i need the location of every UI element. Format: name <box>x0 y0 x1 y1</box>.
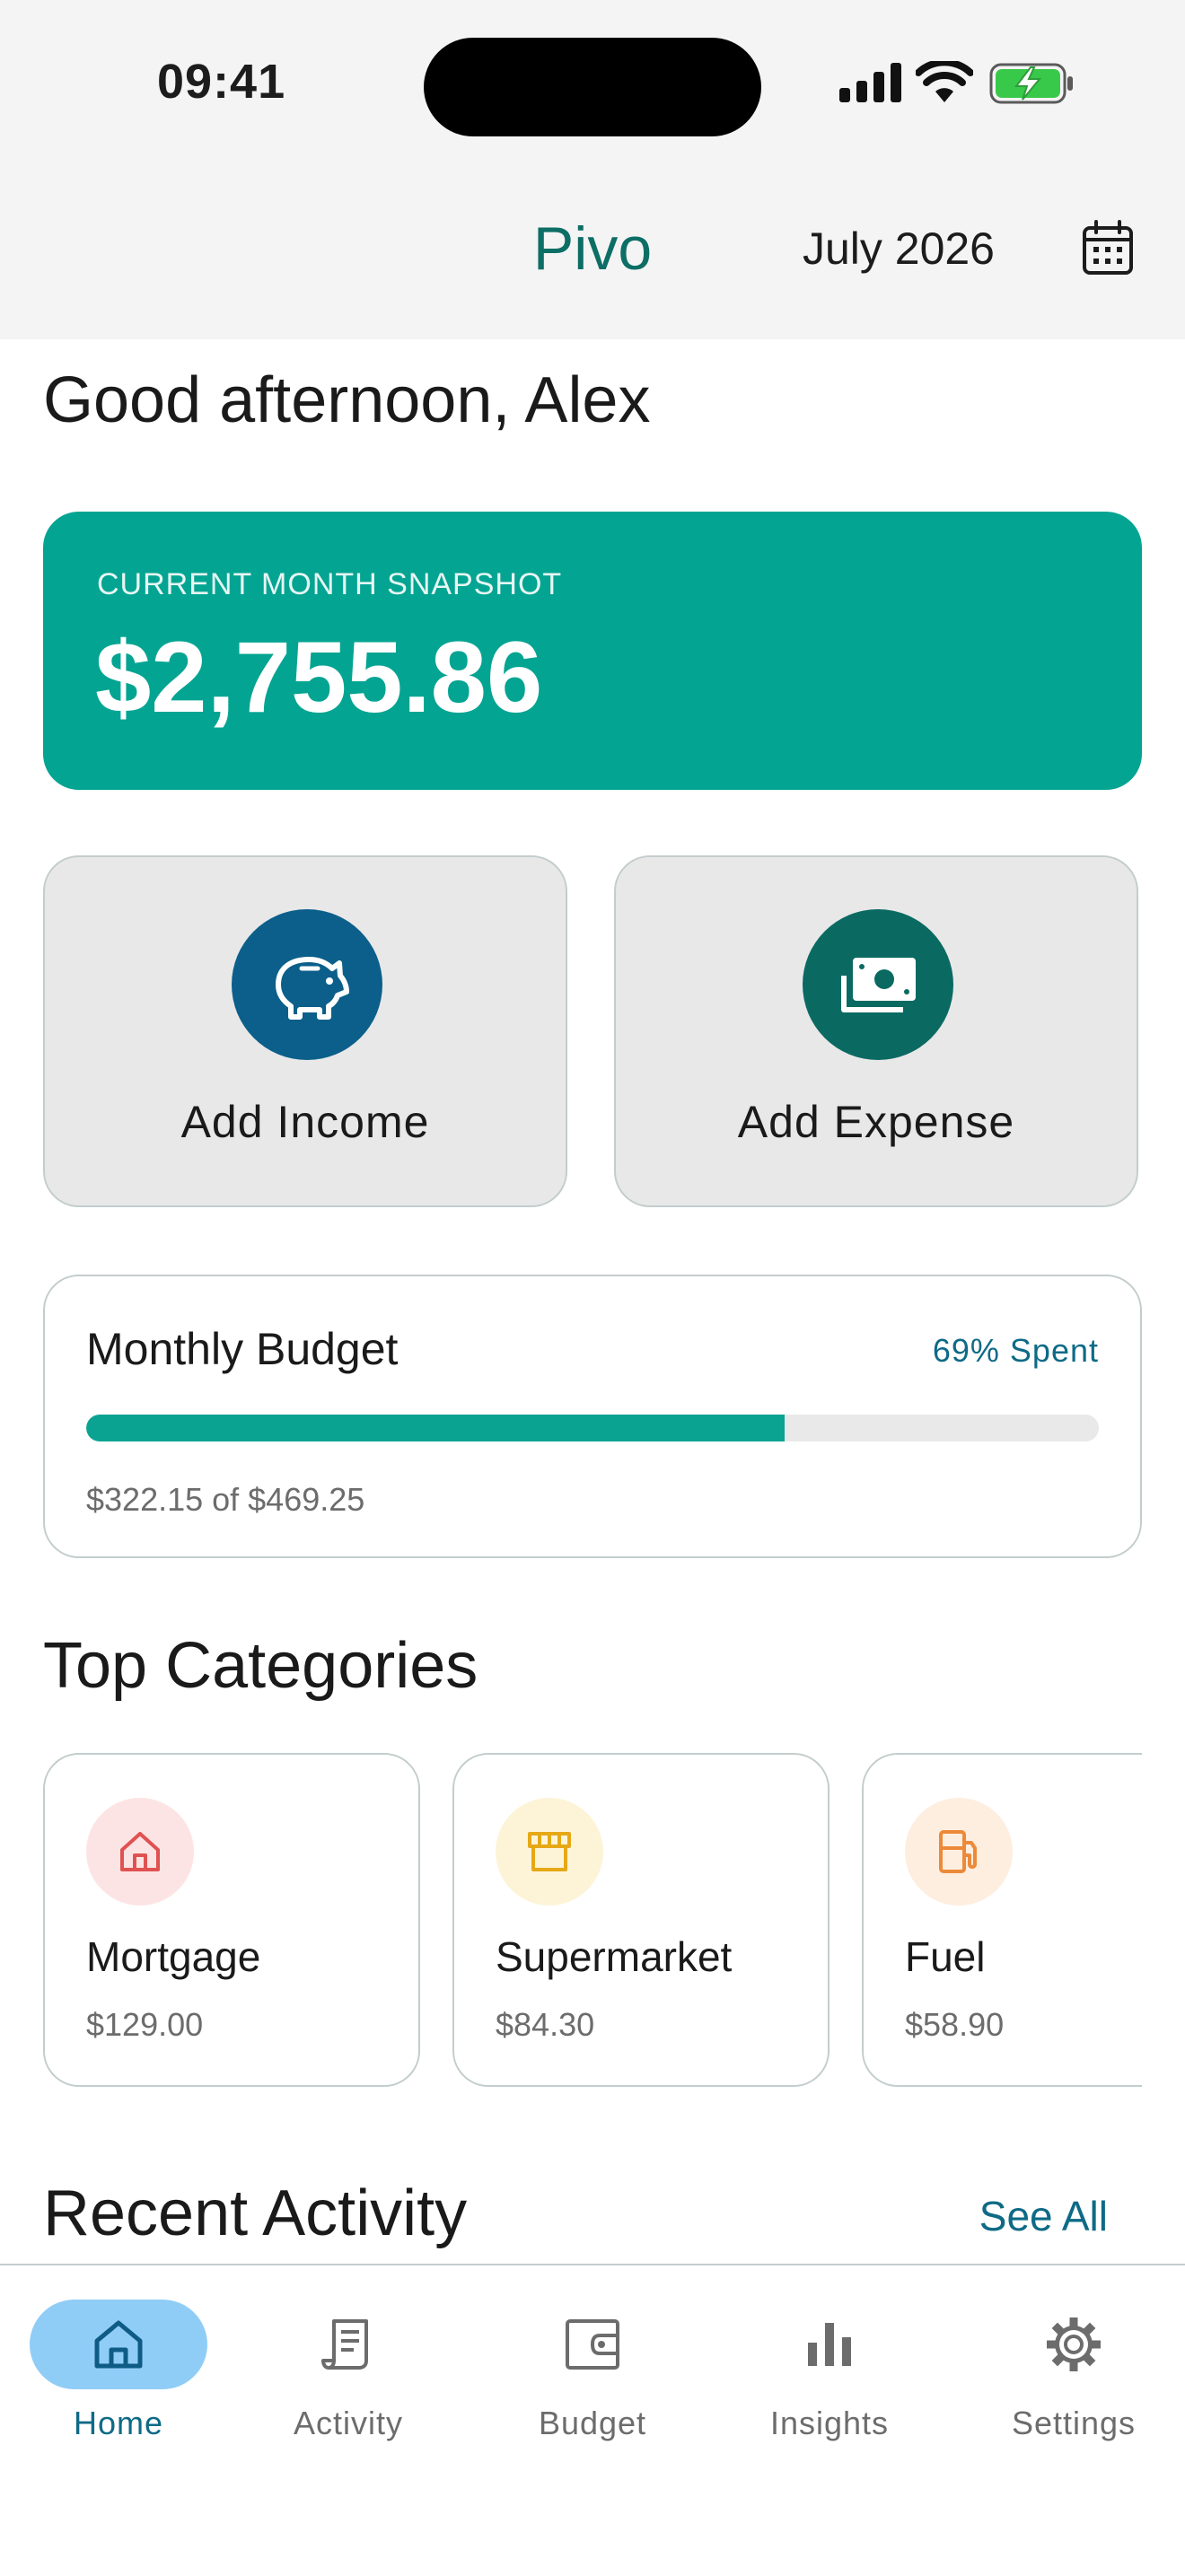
tab-budget[interactable]: Budget <box>474 2265 711 2463</box>
category-amount: $58.90 <box>905 2006 1005 2043</box>
house-icon <box>86 1798 194 1906</box>
dynamic-island <box>424 38 761 136</box>
category-card-mortgage[interactable]: Mortgage $129.00 <box>43 1753 420 2087</box>
month-snapshot-card: CURRENT MONTH SNAPSHOT $2,755.86 <box>43 512 1142 790</box>
tab-label: Insights <box>769 2405 890 2441</box>
tab-activity[interactable]: Activity <box>230 2265 467 2463</box>
status-time: 09:41 <box>157 55 286 109</box>
category-amount: $129.00 <box>86 2006 204 2043</box>
budget-title: Monthly Budget <box>86 1324 399 1374</box>
bottom-tab-bar: Home Activity Budget Insights Settings <box>0 2264 1185 2576</box>
month-selector[interactable]: July 2026 <box>803 223 995 275</box>
tab-settings[interactable]: Settings <box>955 2265 1185 2463</box>
tab-label: Budget <box>538 2405 647 2441</box>
category-name: Supermarket <box>496 1933 733 1980</box>
bar-chart-icon <box>741 2300 918 2389</box>
status-bar: 09:41 <box>0 0 1185 171</box>
wallet-icon <box>504 2300 681 2389</box>
tab-home[interactable]: Home <box>0 2265 237 2463</box>
tab-label: Settings <box>1011 2405 1137 2441</box>
receipt-icon <box>259 2300 437 2389</box>
tab-label: Activity <box>293 2405 403 2441</box>
cash-icon <box>803 909 953 1060</box>
cellular-signal-icon <box>839 63 901 102</box>
top-categories-heading: Top Categories <box>43 1630 478 1702</box>
app-header: Pivo July 2026 <box>0 171 1185 339</box>
gear-icon <box>985 2300 1163 2389</box>
add-income-button[interactable]: Add Income <box>43 855 567 1207</box>
tab-label: Home <box>73 2405 164 2441</box>
add-income-label: Add Income <box>180 1097 430 1147</box>
calendar-icon[interactable] <box>1082 220 1134 276</box>
snapshot-label: CURRENT MONTH SNAPSHOT <box>97 567 563 601</box>
category-card-supermarket[interactable]: Supermarket $84.30 <box>452 1753 830 2087</box>
app-title: Pivo <box>532 215 653 283</box>
category-card-fuel[interactable]: Fuel $58.90 <box>862 1753 1142 2087</box>
add-expense-button[interactable]: Add Expense <box>614 855 1138 1207</box>
recent-activity-heading: Recent Activity <box>43 2177 468 2249</box>
budget-progress-bar <box>86 1415 1099 1441</box>
categories-carousel[interactable]: Mortgage $129.00 Supermarket $84.30 Fuel… <box>43 1753 1142 2094</box>
category-amount: $84.30 <box>496 2006 595 2043</box>
monthly-budget-card[interactable]: Monthly Budget 69% Spent $322.15 of $469… <box>43 1275 1142 1558</box>
store-icon <box>496 1798 603 1906</box>
budget-progress-fill <box>86 1415 786 1441</box>
see-all-link[interactable]: See All <box>979 2192 1108 2240</box>
tab-insights[interactable]: Insights <box>711 2265 948 2463</box>
category-name: Fuel <box>905 1933 986 1980</box>
fuel-pump-icon <box>905 1798 1013 1906</box>
snapshot-value: $2,755.86 <box>95 621 543 733</box>
category-name: Mortgage <box>86 1933 261 1980</box>
wifi-icon <box>916 61 973 102</box>
home-icon <box>30 2300 207 2389</box>
battery-charging-icon <box>989 63 1073 104</box>
add-expense-label: Add Expense <box>737 1097 1015 1147</box>
budget-amount: $322.15 of $469.25 <box>86 1481 365 1518</box>
budget-percent-label: 69% Spent <box>932 1332 1099 1369</box>
piggy-bank-icon <box>232 909 382 1060</box>
greeting-heading: Good afternoon, Alex <box>43 364 651 436</box>
